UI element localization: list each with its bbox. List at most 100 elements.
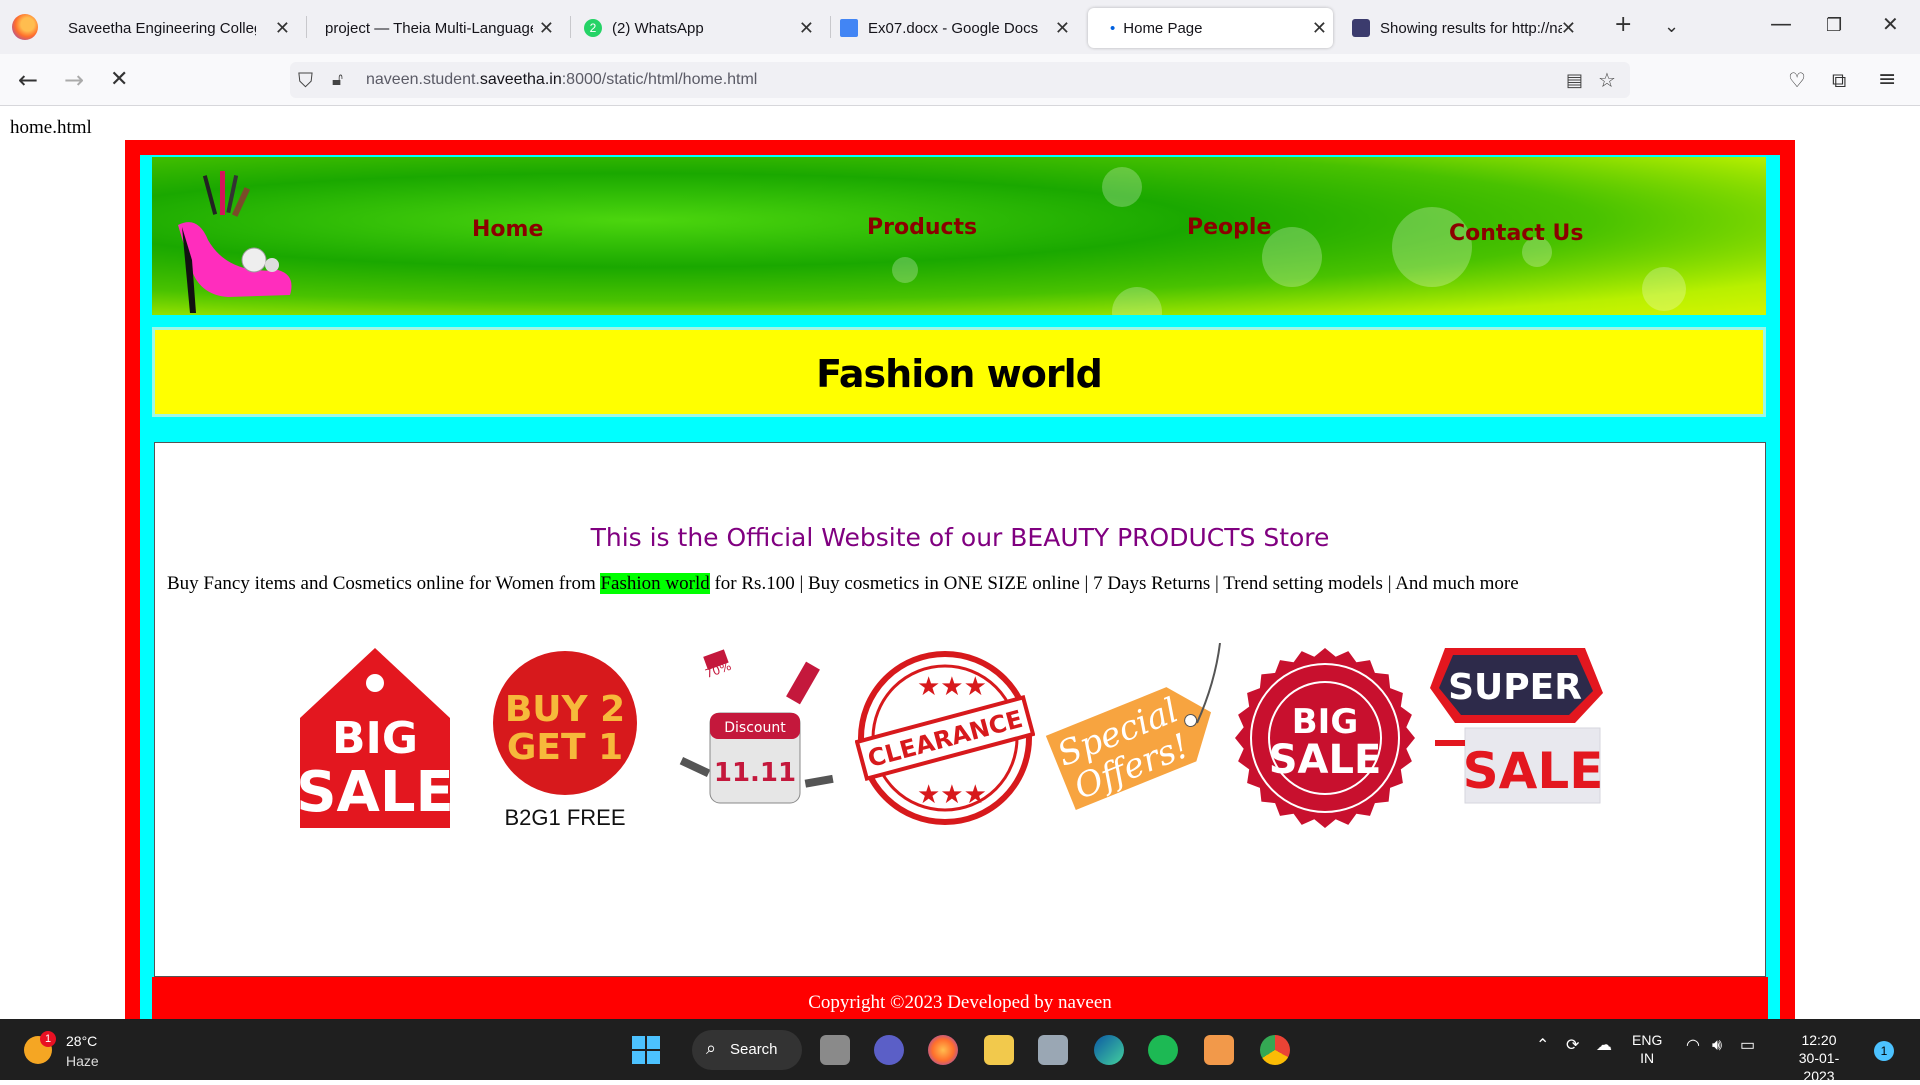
sync-icon[interactable]: ⟳: [1566, 1037, 1579, 1055]
search-icon: ⌕: [706, 1038, 717, 1058]
file-explorer-icon[interactable]: [984, 1035, 1014, 1065]
chrome-icon[interactable]: [1260, 1035, 1290, 1065]
show-hidden-icons-icon[interactable]: ⌃: [1536, 1037, 1549, 1055]
temperature[interactable]: 28°C: [66, 1033, 97, 1049]
inner-frame: Home Products People Contact Us Fashion …: [140, 155, 1780, 1019]
nav-people-link[interactable]: People: [1187, 215, 1271, 240]
url-host: saveetha.in: [479, 71, 562, 88]
wifi-icon[interactable]: ◠: [1686, 1037, 1700, 1055]
menu-icon[interactable]: ≡: [1878, 66, 1896, 94]
url-bar[interactable]: ⛉ 🔓︎ naveen.student.saveetha.in:8000/sta…: [290, 62, 1630, 98]
svg-text:★★★: ★★★: [917, 672, 987, 702]
tab-home-page[interactable]: • Home Page ✕: [1088, 8, 1333, 48]
tab-title: (2) WhatsApp: [612, 19, 704, 37]
copyright-text: Copyright ©2023 Developed by naveen: [808, 992, 1112, 1013]
store-tagline: This is the Official Website of our BEAU…: [590, 523, 1330, 552]
notification-badge[interactable]: 1: [1874, 1041, 1894, 1061]
nav-contact-link[interactable]: Contact Us: [1449, 221, 1583, 246]
whatsapp-icon: 2: [584, 19, 602, 37]
pocket-icon[interactable]: ♡: [1788, 66, 1806, 94]
brave-icon[interactable]: [1204, 1035, 1234, 1065]
tab-whatsapp[interactable]: 2 (2) WhatsApp ✕: [580, 8, 820, 48]
tab-title: Showing results for http://na: [1380, 19, 1562, 37]
time: 12:20: [1801, 1032, 1837, 1048]
buy2-get1-image: BUY 2 GET 1 B2G1 FREE: [493, 651, 637, 830]
firefox-taskbar-icon[interactable]: [928, 1035, 958, 1065]
close-tab-icon[interactable]: ✕: [1312, 18, 1327, 39]
shield-icon[interactable]: ⛉: [298, 68, 313, 92]
title-banner: Fashion world: [152, 327, 1766, 417]
offer-text: SALE: [296, 760, 454, 825]
offer-text: BIG: [1292, 702, 1358, 742]
big-sale-tag-image: BIG SALE: [296, 648, 454, 828]
close-tab-icon[interactable]: ✕: [539, 18, 554, 39]
high-heel-cosmetics-logo: [178, 171, 292, 313]
loading-dot-icon: •: [1110, 19, 1116, 37]
minimize-icon[interactable]: —: [1770, 12, 1792, 37]
spotify-icon[interactable]: [1148, 1035, 1178, 1065]
close-window-icon[interactable]: ✕: [1882, 12, 1899, 36]
close-tab-icon[interactable]: ✕: [1055, 18, 1070, 39]
lang-code: ENG: [1632, 1032, 1663, 1048]
tab-google-docs[interactable]: Ex07.docx - Google Docs ✕: [836, 8, 1076, 48]
nav-products-link[interactable]: Products: [867, 215, 977, 240]
url-prefix: naveen.student.: [366, 71, 480, 88]
google-docs-icon: [840, 19, 858, 37]
edge-icon[interactable]: [1094, 1035, 1124, 1065]
offer-text: SUPER: [1448, 667, 1582, 708]
restore-icon[interactable]: ❐: [1826, 15, 1842, 36]
battery-icon[interactable]: ▭: [1740, 1037, 1755, 1055]
close-tab-icon[interactable]: ✕: [1561, 18, 1576, 39]
offer-text: SALE: [1269, 737, 1382, 783]
weather-condition[interactable]: Haze: [66, 1053, 99, 1069]
close-tab-icon[interactable]: ✕: [275, 18, 290, 39]
offer-text: BIG: [332, 713, 418, 764]
tab-search-results[interactable]: Showing results for http://na ✕: [1352, 8, 1582, 48]
close-tab-icon[interactable]: ✕: [799, 18, 814, 39]
forward-icon[interactable]: →: [64, 66, 84, 94]
tab-title: Ex07.docx - Google Docs: [868, 19, 1039, 37]
weather-badge: 1: [40, 1031, 56, 1047]
store-icon[interactable]: [1038, 1035, 1068, 1065]
offer-gallery: BIG SALE BUY 2 GET 1 B2G1 FREE 70% Disco…: [285, 643, 1685, 833]
list-tabs-icon[interactable]: ⌄: [1664, 16, 1679, 37]
volume-icon[interactable]: 🔊︎: [1712, 1037, 1722, 1055]
search-site-icon: [1352, 19, 1370, 37]
clearance-stamp-image: ★★★ ★★★ CLEARANCE: [855, 651, 1035, 825]
onedrive-icon[interactable]: ☁: [1596, 1037, 1612, 1055]
offer-text: 11.11: [714, 758, 796, 788]
region-code: IN: [1640, 1050, 1655, 1066]
back-icon[interactable]: ←: [18, 66, 38, 94]
search-label: Search: [730, 1041, 778, 1058]
insecure-lock-icon[interactable]: 🔓︎: [332, 70, 343, 90]
search-button[interactable]: ⌕ Search: [692, 1030, 802, 1070]
language-indicator[interactable]: ENG IN: [1632, 1031, 1662, 1067]
highlighted-brand: Fashion world: [600, 573, 710, 594]
stop-loading-icon[interactable]: ✕: [110, 66, 128, 94]
tab-saveetha[interactable]: Saveetha Engineering College ✕: [56, 8, 296, 48]
nav-home-link[interactable]: Home: [472, 217, 543, 242]
tab-bar: Saveetha Engineering College ✕ project —…: [0, 0, 1920, 54]
bookmark-star-icon[interactable]: ☆: [1598, 68, 1616, 92]
header-banner: Home Products People Contact Us: [152, 157, 1766, 315]
site-title: Fashion world: [816, 352, 1103, 396]
svg-text:★★★: ★★★: [917, 780, 987, 810]
navigation-toolbar: ← → ✕ ⛉ 🔓︎ naveen.student.saveetha.in:80…: [0, 54, 1920, 106]
extensions-icon[interactable]: ⧉: [1832, 66, 1846, 94]
url-text[interactable]: naveen.student.saveetha.in:8000/static/h…: [366, 71, 757, 89]
teams-chat-icon[interactable]: [874, 1035, 904, 1065]
offer-text: SALE: [1463, 742, 1604, 800]
offer-text: Discount: [724, 720, 786, 736]
tab-title: Home Page: [1123, 19, 1203, 37]
clock[interactable]: 12:20 30-01-2023: [1784, 1031, 1854, 1085]
task-view-icon[interactable]: [820, 1035, 850, 1065]
offer-text: GET 1: [507, 727, 623, 768]
reader-view-icon[interactable]: ▤: [1566, 70, 1583, 91]
main-content: This is the Official Website of our BEAU…: [154, 442, 1766, 977]
super-sale-image: SUPER SALE: [1430, 648, 1604, 804]
windows-taskbar: 1 28°C Haze ⌕ Search ⌃ ⟳ ☁ ENG IN ◠ 🔊︎ ▭…: [0, 1019, 1920, 1084]
tab-theia[interactable]: project — Theia Multi-Language ✕: [315, 8, 560, 48]
new-tab-icon[interactable]: +: [1614, 12, 1632, 37]
start-icon[interactable]: [632, 1036, 660, 1064]
firefox-icon[interactable]: [12, 14, 38, 40]
